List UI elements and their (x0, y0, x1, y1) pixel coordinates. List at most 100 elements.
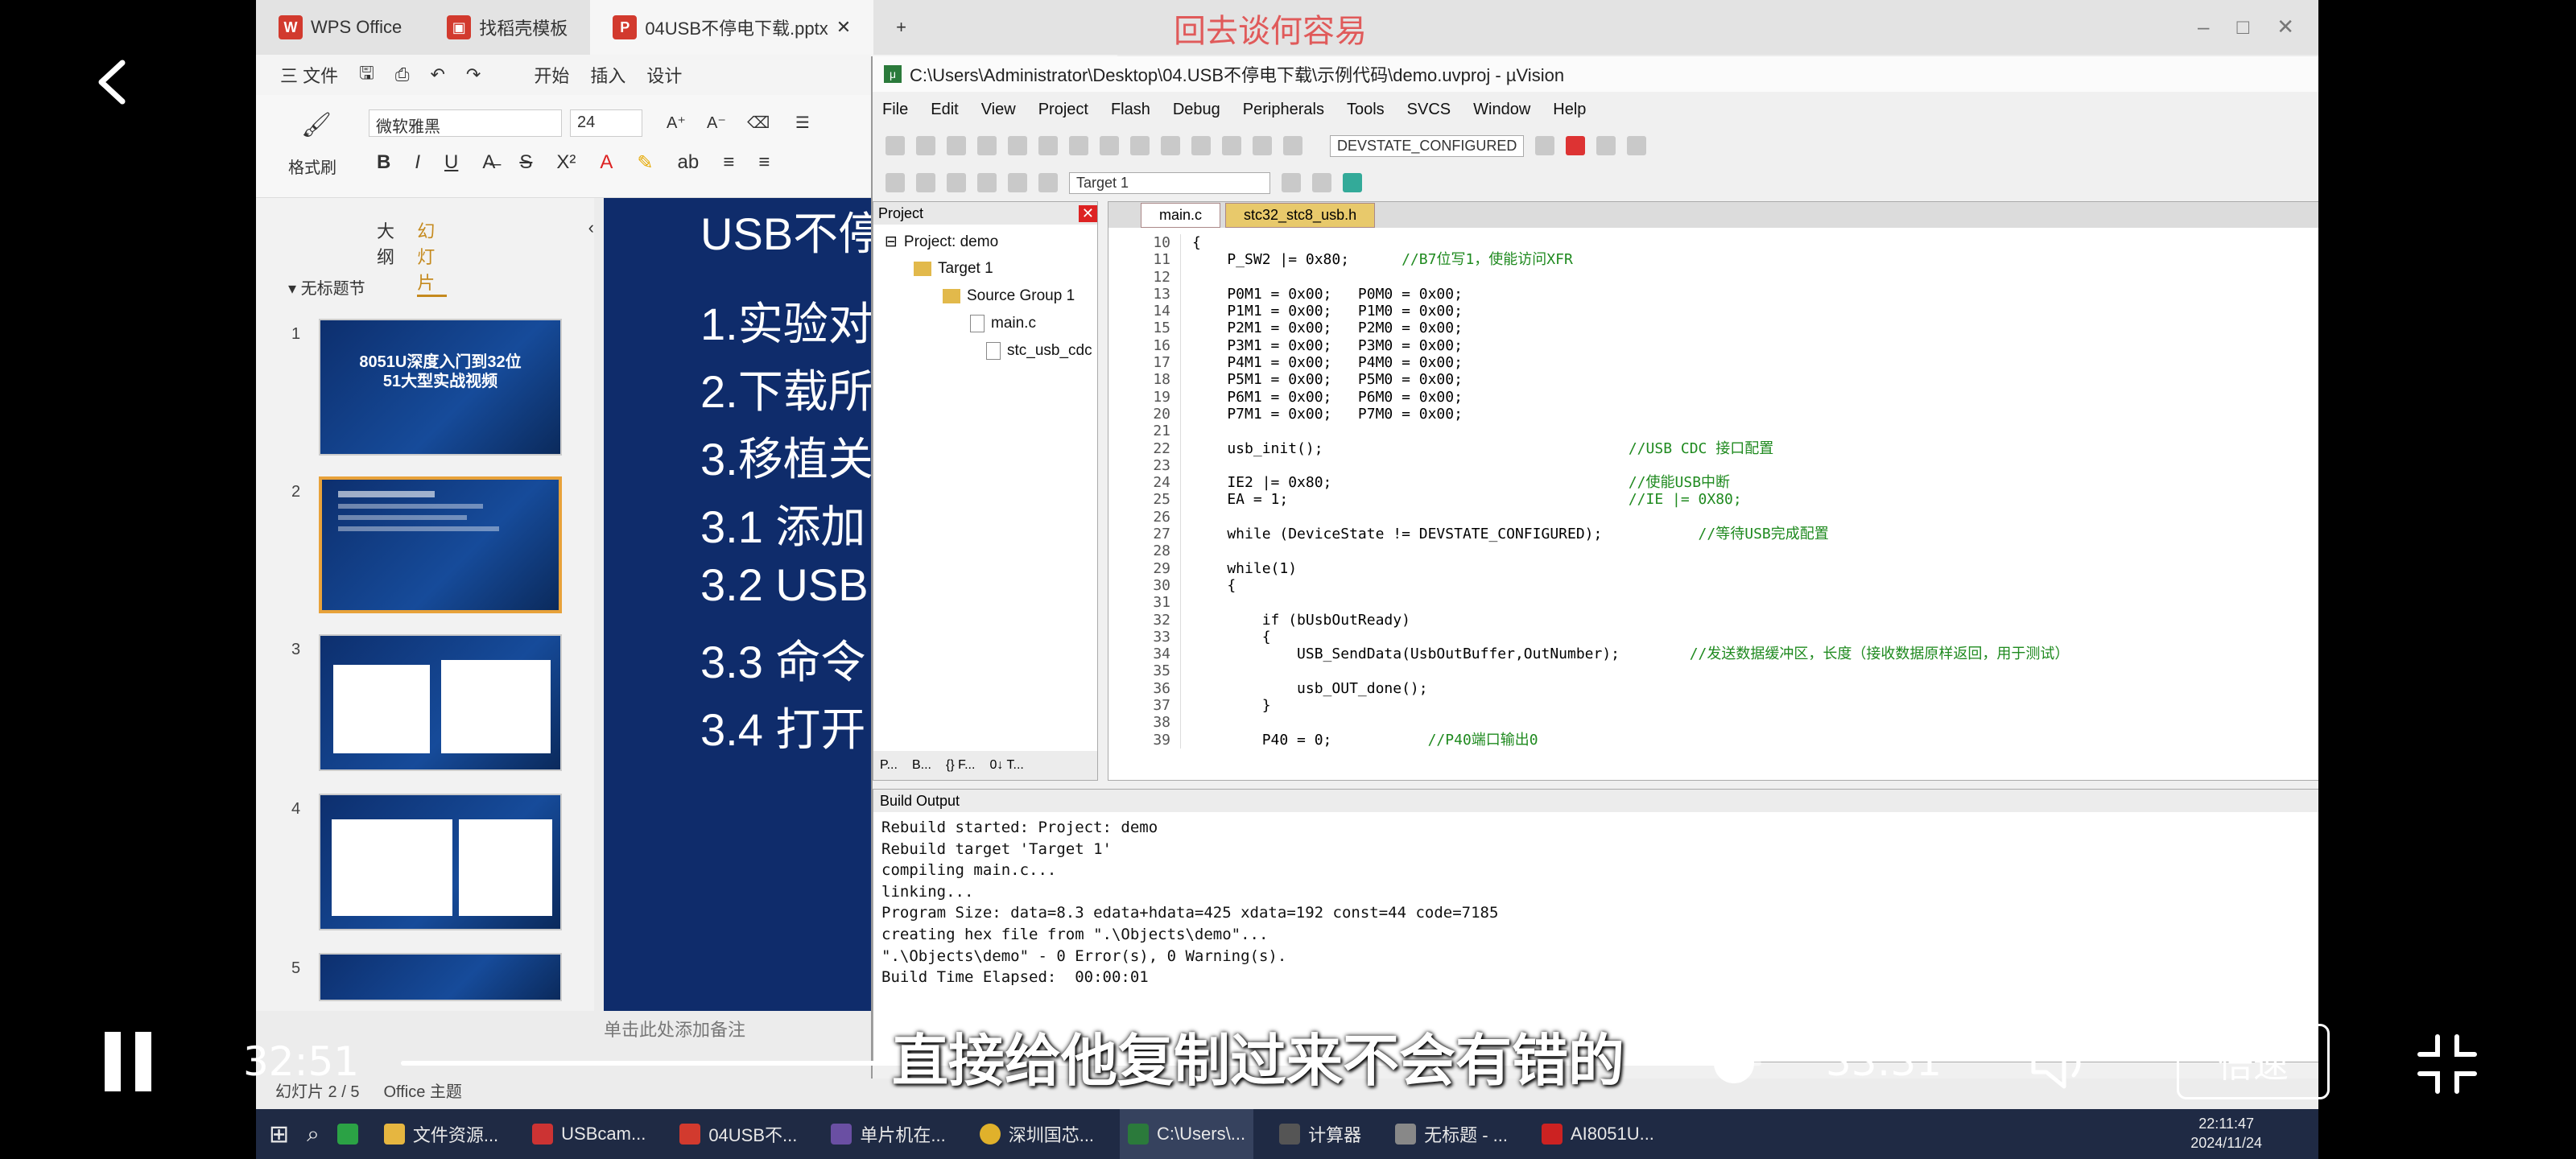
download-icon[interactable] (1038, 173, 1058, 192)
seek-handle[interactable] (1714, 1043, 1755, 1083)
manage-project-icon[interactable] (1312, 173, 1331, 192)
bookmark-icon[interactable] (1222, 136, 1241, 155)
menu-peripherals[interactable]: Peripherals (1243, 101, 1324, 119)
menu-start[interactable]: 开始 (534, 62, 569, 88)
tab-main-c[interactable]: main.c (1141, 203, 1221, 228)
nav-forward-icon[interactable] (1191, 136, 1211, 155)
taskbar-item[interactable]: 单片机在... (823, 1109, 953, 1159)
code-line[interactable]: 20 P7M1 = 0x00; P7M0 = 0x00; (1108, 405, 2318, 423)
translate-icon[interactable] (886, 173, 905, 192)
taskbar-item[interactable]: 无标题 - ... (1387, 1109, 1516, 1159)
slide-thumbnail-3[interactable] (319, 634, 562, 771)
theme-name[interactable]: Office 主题 (383, 1079, 461, 1102)
close-icon[interactable]: ✕ (836, 17, 851, 38)
align-left-icon[interactable]: ≡ (723, 151, 734, 175)
taskbar-item[interactable]: 文件资源... (376, 1109, 506, 1159)
menu-file[interactable]: File (882, 101, 908, 119)
code-line[interactable]: 21 (1108, 423, 2318, 440)
tab-templates[interactable]: 0↓ T... (989, 758, 1023, 773)
menu-view[interactable]: View (981, 101, 1016, 119)
slide-thumbnail-2[interactable] (319, 476, 562, 613)
redo-icon[interactable] (1130, 136, 1150, 155)
rebuild-icon[interactable] (947, 173, 966, 192)
code-line[interactable]: 28 (1108, 542, 2318, 560)
save-icon[interactable] (947, 136, 966, 155)
code-line[interactable]: 34 USB_SendData(UsbOutBuffer,OutNumber);… (1108, 645, 2318, 663)
shrink-font-icon[interactable]: A⁻ (707, 113, 726, 133)
indent-icon[interactable] (1253, 136, 1272, 155)
code-line[interactable]: 31 (1108, 594, 2318, 612)
save-icon[interactable]: 🖫 (359, 60, 374, 90)
code-line[interactable]: 10 { (1108, 234, 2318, 252)
format-brush-icon[interactable]: 🖌 (301, 111, 332, 139)
code-line[interactable]: 14 P1M1 = 0x00; P1M0 = 0x00; (1108, 303, 2318, 320)
undo-icon[interactable] (1100, 136, 1119, 155)
code-lines[interactable]: 10{11 P_SW2 |= 0x80; //B7位写1，使能访问XFR 12 13… (1108, 234, 2318, 749)
code-line[interactable]: 26 (1108, 508, 2318, 526)
taskbar-item[interactable]: USBcam... (524, 1109, 654, 1159)
code-line[interactable]: 24 IE2 |= 0x80; //使能USB中断 (1108, 474, 2318, 492)
font-color-icon[interactable]: A (600, 151, 613, 175)
menu-insert[interactable]: 插入 (590, 62, 625, 88)
pause-button[interactable] (105, 1032, 153, 1091)
code-line[interactable]: 17 P4M1 = 0x00; P4M0 = 0x00; (1108, 354, 2318, 372)
taskbar-clock[interactable]: 22:11:47 2024/11/24 (2190, 1114, 2262, 1153)
code-line[interactable]: 33 { (1108, 628, 2318, 646)
back-arrow-icon[interactable] (89, 58, 137, 106)
menu-debug[interactable]: Debug (1173, 101, 1220, 119)
code-line[interactable]: 32 if (bUsbOutReady) (1108, 611, 2318, 629)
find-icon[interactable] (1535, 136, 1555, 155)
italic-icon[interactable]: I (415, 151, 420, 175)
clear-format-icon[interactable]: ⌫ (747, 113, 770, 133)
wechat-icon[interactable] (336, 1124, 358, 1145)
code-line[interactable]: 18 P5M1 = 0x00; P5M0 = 0x00; (1108, 371, 2318, 389)
code-editor[interactable]: main.c stc32_stc8_usb.h 10 {11 P_SW2 |= 0… (1108, 201, 2318, 781)
tab-wps-office[interactable]: W WPS Office (256, 0, 424, 55)
menu-tools[interactable]: Tools (1347, 101, 1385, 119)
tree-source-group[interactable]: Source Group 1 (943, 287, 1075, 305)
search-icon[interactable]: ⌕ (307, 1121, 320, 1148)
tree-file-main[interactable]: main.c (970, 315, 1036, 332)
menu-help[interactable]: Help (1553, 101, 1586, 119)
target-options-icon[interactable] (1282, 173, 1301, 192)
underline-icon[interactable]: U (444, 151, 458, 175)
code-line[interactable]: 29 while(1) (1108, 559, 2318, 577)
code-line[interactable]: 16 P3M1 = 0x00; P3M0 = 0x00; (1108, 336, 2318, 355)
taskbar-item[interactable]: 深圳国芯... (972, 1109, 1102, 1159)
minimize-icon[interactable]: – (2198, 14, 2209, 39)
redo-icon[interactable]: ↷ (466, 64, 481, 85)
menu-flash[interactable]: Flash (1111, 101, 1150, 119)
start-icon[interactable]: ⊞ (269, 1120, 289, 1149)
taskbar-item[interactable]: AI8051U... (1534, 1109, 1662, 1159)
tab-functions[interactable]: {} F... (946, 758, 975, 773)
tree-file-stc-usb[interactable]: stc_usb_cdc (986, 342, 1092, 360)
tab-project[interactable]: P... (880, 758, 898, 773)
stop-build-icon[interactable] (1008, 173, 1027, 192)
target-select[interactable]: Target 1 (1069, 171, 1270, 194)
close-window-icon[interactable]: ✕ (2277, 14, 2294, 39)
highlight-icon[interactable]: ✎ (637, 151, 653, 175)
open-file-icon[interactable] (916, 136, 935, 155)
strikethrough-icon[interactable]: S (519, 151, 532, 175)
build-icon[interactable] (916, 173, 935, 192)
superscript-icon[interactable]: X² (556, 151, 576, 175)
undo-icon[interactable]: ↶ (430, 64, 444, 85)
menu-project[interactable]: Project (1038, 101, 1088, 119)
slide-thumbnail-1[interactable]: 8051U深度入门到32位 51大型实战视频 (319, 319, 562, 456)
menu-design[interactable]: 设计 (646, 62, 682, 88)
batch-build-icon[interactable] (977, 173, 997, 192)
code-line[interactable]: 19 P6M1 = 0x00; P6M0 = 0x00; (1108, 388, 2318, 406)
menu-file[interactable]: 三 文件 (280, 62, 338, 88)
slide-thumbnail-5[interactable] (319, 953, 562, 1001)
speed-button[interactable]: 倍速 (2177, 1024, 2330, 1099)
new-file-icon[interactable] (886, 136, 905, 155)
code-line[interactable]: 11 P_SW2 |= 0x80; //B7位写1，使能访问XFR (1108, 251, 2318, 269)
notes-placeholder[interactable]: 单击此处添加备注 (604, 1016, 745, 1041)
font-size-select[interactable]: 24 (570, 109, 642, 137)
slide-thumbnail-4[interactable] (319, 794, 562, 930)
code-line[interactable]: 13 P0M1 = 0x00; P0M0 = 0x00; (1108, 285, 2318, 303)
bold-icon[interactable]: B (377, 151, 390, 175)
volume-icon[interactable] (2029, 1035, 2093, 1091)
maximize-icon[interactable]: □ (2236, 14, 2249, 39)
code-line[interactable]: 38 (1108, 714, 2318, 732)
